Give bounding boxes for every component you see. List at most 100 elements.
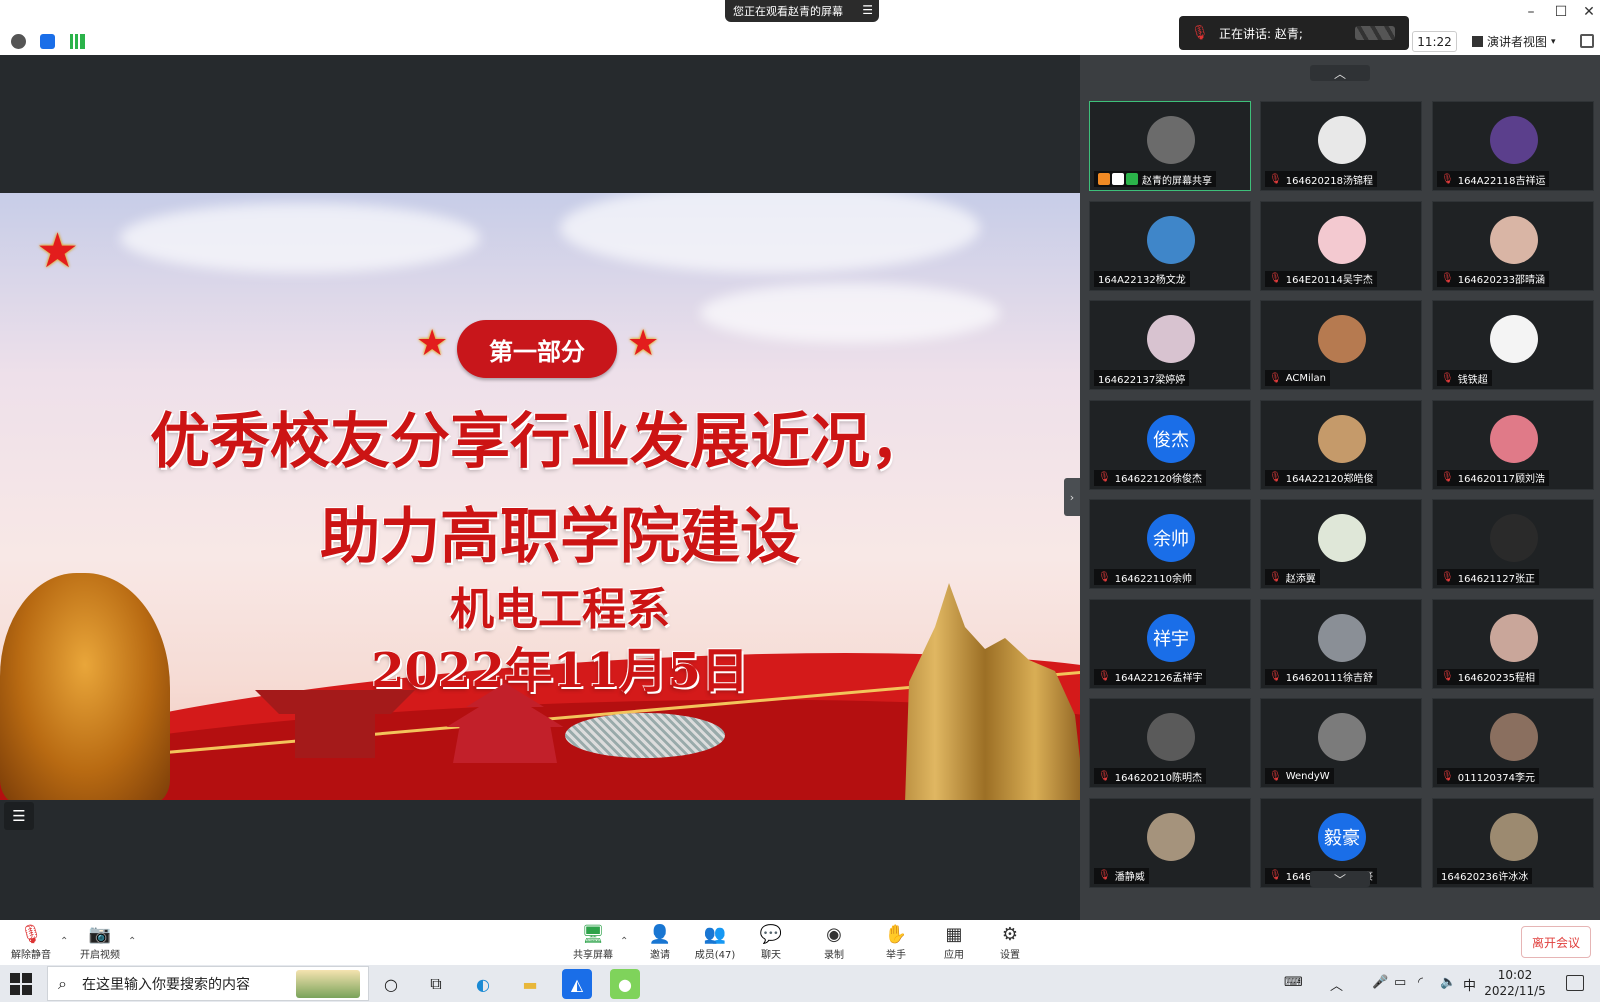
participant-name: 潘静威 [1114, 872, 1145, 883]
video-off-icon: 📷 [88, 924, 112, 945]
taskbar-search-box[interactable]: ⌕ 在这里输入你要搜索的内容 [47, 966, 369, 1001]
file-explorer-icon[interactable]: ▬ [515, 969, 545, 999]
participant-tile[interactable]: 🎙 164620111徐吉舒 [1260, 598, 1422, 689]
shared-screen-area: ★ ★ ★ 第一部分 优秀校友分享行业发展近况， 助力高职学院建设 机电工程系 … [0, 55, 1080, 920]
participant-tile[interactable]: 赵青的屏幕共享 [1089, 101, 1251, 191]
participant-tile[interactable]: 164A22132杨文龙 [1089, 200, 1251, 291]
scroll-up-icon[interactable]: ︿ [1310, 65, 1370, 81]
participant-name-tag: 🎙 164620111徐吉舒 [1265, 668, 1377, 685]
participant-name-tag: 🎙 164A22118吉祥运 [1437, 171, 1550, 187]
participant-tile[interactable]: 🎙 011120374李元 [1432, 698, 1594, 788]
participant-name: 164622137梁婷婷 [1098, 374, 1186, 386]
avatar [1490, 613, 1538, 662]
participant-tile[interactable]: 俊杰 🎙 164622120徐俊杰 [1089, 399, 1251, 490]
muted-mic-icon: 🎙 [1441, 571, 1454, 583]
viewing-banner[interactable]: 您正在观看赵青的屏幕 ☰ [725, 0, 879, 22]
view-mode-dropdown[interactable]: 演讲者视图 ▾ [1472, 31, 1556, 52]
participant-tile[interactable]: 🎙 164A22118吉祥运 [1432, 101, 1594, 191]
participant-name: 164620111徐吉舒 [1285, 673, 1373, 684]
participant-tile[interactable]: 🎙 潘静威 [1089, 797, 1251, 888]
participant-name-tag: 🎙 164620117顾刘浩 [1437, 469, 1549, 486]
muted-mic-icon: 🎙 [1441, 770, 1454, 782]
participant-tile[interactable]: 🎙 164621127张正 [1432, 499, 1594, 589]
mic-tray-icon[interactable]: 🎤 [1372, 975, 1388, 990]
participant-name-tag: 🎙 164620218汤锦程 [1265, 171, 1377, 187]
record-label: 录制 [824, 950, 844, 961]
edge-icon[interactable]: ◐ [468, 969, 498, 999]
participant-name: 164A22120郑皓俊 [1285, 474, 1374, 485]
volume-icon[interactable]: 🔈 [1440, 975, 1456, 990]
avatar [1490, 315, 1538, 363]
invite-button[interactable]: 👤 邀请 [632, 924, 688, 961]
settings-button[interactable]: ⚙ 设置 [982, 924, 1038, 961]
banner-menu-icon[interactable]: ☰ [862, 3, 873, 17]
leave-meeting-button[interactable]: 离开会议 [1521, 926, 1591, 958]
participant-tile[interactable]: 🎙 赵添翼 [1260, 499, 1422, 589]
wechat-icon[interactable]: ● [610, 969, 640, 999]
participant-tile[interactable]: 🎙 钱铁超 [1432, 300, 1594, 390]
ime-indicator[interactable]: 中 [1463, 975, 1476, 994]
participant-tile[interactable]: 164622137梁婷婷 [1089, 300, 1251, 390]
start-video-button[interactable]: 📷 开启视频 [72, 924, 128, 961]
section-label: 第一部分 [457, 320, 617, 378]
participant-name: 164620236许冰冰 [1441, 872, 1529, 883]
meeting-timer: 11:22 [1412, 31, 1457, 52]
security-shield-icon[interactable] [40, 34, 55, 49]
unmute-label: 解除静音 [11, 950, 51, 961]
info-icon[interactable] [11, 34, 26, 49]
participant-tile[interactable]: 🎙 164620233邵晴涵 [1432, 200, 1594, 291]
participant-tile[interactable]: 🎙 WendyW [1260, 698, 1422, 788]
close-icon[interactable]: ✕ [1574, 4, 1600, 20]
signal-icon[interactable] [70, 34, 85, 49]
battery-icon[interactable]: ▭ [1394, 975, 1406, 990]
avatar [1318, 315, 1366, 363]
fullscreen-icon[interactable] [1580, 34, 1594, 48]
participant-tile[interactable]: 🎙 164620218汤锦程 [1260, 101, 1422, 191]
participant-tile[interactable]: 🎙 164620235程相 [1432, 598, 1594, 689]
share-screen-button[interactable]: 🖥 共享屏幕 [565, 924, 621, 961]
raise-hand-button[interactable]: ✋ 举手 [868, 924, 924, 961]
participant-name-tag: 🎙 潘静威 [1094, 867, 1149, 884]
participant-name: ACMilan [1285, 372, 1327, 384]
avatar [1147, 812, 1195, 861]
apps-button[interactable]: ▦ 应用 [926, 924, 982, 961]
participant-tile[interactable]: 🎙 ACMilan [1260, 300, 1422, 390]
cortana-icon[interactable]: ○ [376, 969, 406, 999]
taskbar-clock[interactable]: 10:02 2022/11/5 [1482, 967, 1548, 999]
participant-tile[interactable]: 🎙 164E20114吴宇杰 [1260, 200, 1422, 291]
audio-options-caret-icon[interactable]: ⌃ [60, 936, 68, 947]
muted-mic-icon: 🎙 [19, 924, 43, 945]
participant-tile[interactable]: 🎙 164620210陈明杰 [1089, 698, 1251, 788]
record-button[interactable]: ◉ 录制 [806, 924, 862, 961]
participant-tile[interactable]: 🎙 164A22120郑皓俊 [1260, 399, 1422, 490]
outline-list-icon[interactable]: ☰ [4, 802, 34, 830]
participant-tile[interactable]: 164620236许冰冰 [1432, 797, 1594, 888]
chat-button[interactable]: 💬 聊天 [743, 924, 799, 961]
meeting-app-icon[interactable]: ◭ [562, 969, 592, 999]
participant-tile[interactable]: 🎙 164620117顾刘浩 [1432, 399, 1594, 490]
unmute-button[interactable]: 🎙 解除静音 [3, 924, 59, 961]
notification-icon[interactable] [1566, 975, 1584, 991]
participant-name: 164A22118吉祥运 [1457, 175, 1546, 187]
maximize-icon[interactable]: ☐ [1546, 4, 1576, 20]
scroll-down-icon[interactable]: ﹀ [1310, 871, 1370, 887]
participant-name-tag: 🎙 164620233邵晴涵 [1437, 270, 1549, 287]
task-view-icon[interactable]: ⧉ [421, 969, 451, 999]
members-button[interactable]: 👥 成员(47) [687, 924, 743, 961]
star-icon: ★ [416, 323, 449, 364]
video-options-caret-icon[interactable]: ⌃ [128, 936, 136, 947]
wifi-icon[interactable]: ◜ [1418, 975, 1423, 990]
windows-start-icon[interactable] [10, 973, 32, 995]
slide-title-line1: 优秀校友分享行业发展近况， [150, 407, 930, 477]
collapse-gallery-button[interactable]: › [1064, 478, 1080, 516]
keyboard-icon[interactable]: ⌨ [1284, 975, 1303, 990]
minimize-icon[interactable]: – [1516, 4, 1546, 20]
avatar: 俊杰 [1147, 414, 1195, 463]
taskbar-date: 2022/11/5 [1484, 984, 1546, 998]
speaking-indicator: 🎙 正在讲话: 赵青; [1179, 16, 1409, 50]
record-icon: ◉ [826, 924, 842, 945]
participant-tile[interactable]: 余帅 🎙 164622110余帅 [1089, 499, 1251, 589]
share-options-caret-icon[interactable]: ⌃ [620, 936, 628, 947]
participant-tile[interactable]: 祥宇 🎙 164A22126孟祥宇 [1089, 598, 1251, 689]
tray-expand-icon[interactable]: ︿ [1330, 975, 1343, 994]
